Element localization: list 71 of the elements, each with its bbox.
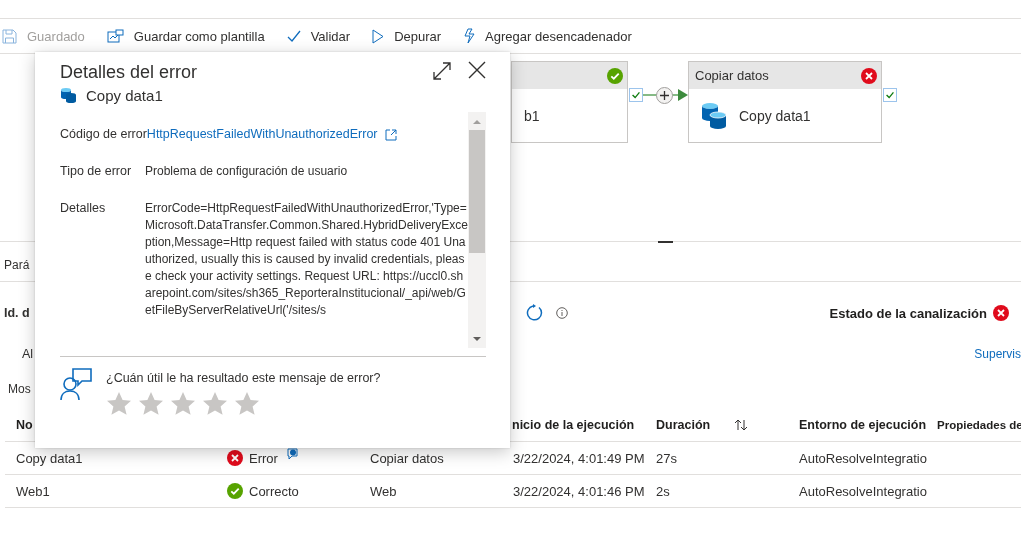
check-icon bbox=[286, 30, 301, 42]
add-button[interactable] bbox=[656, 87, 673, 104]
table-cell-text: Web1 bbox=[15, 483, 51, 499]
scrollbar-thumb[interactable] bbox=[469, 130, 485, 253]
column-header[interactable]: Duración bbox=[656, 418, 711, 432]
output-check-icon[interactable] bbox=[883, 88, 897, 102]
field-value: ErrorCode=HttpRequestFailedWithUnauthorizedError,'Type=Microsoft.DataTransfer.Common.Shared.HybridDeliveryException,Message=Http request failed with status code 401 Unauthorized, usually this is caused by invalid credentials, please check your activity settings. Request URL: https://uccl0.sharepoint.com/sites/sh365_ReporteraInstitucional/_api/web/GetFileByServerRelativeUrl('/sites/s bbox=[145, 200, 468, 319]
feedback-question: ¿Cuán útil le ha resultado este mensaje de error? bbox=[106, 371, 381, 385]
plus-icon bbox=[657, 88, 672, 103]
external-link-icon bbox=[384, 128, 397, 141]
close-button[interactable] bbox=[468, 61, 486, 81]
save-icon bbox=[2, 28, 17, 44]
column-header[interactable]: nicio de la ejecución bbox=[512, 418, 635, 432]
field-label: Id. d bbox=[4, 306, 30, 320]
toolbar-button[interactable]: Guardar como plantilla bbox=[104, 22, 267, 50]
toolbar-button[interactable]: Agregar desencadenador bbox=[461, 22, 634, 50]
template-icon bbox=[106, 28, 124, 44]
monitor-link[interactable]: Supervis bbox=[974, 347, 1021, 361]
dialog-subtitle: Copy data1 bbox=[86, 87, 163, 104]
activity-node[interactable]: b1 bbox=[511, 61, 628, 143]
feedback-icon[interactable] bbox=[285, 448, 298, 460]
star-icon[interactable] bbox=[170, 391, 196, 416]
status-text: Error bbox=[249, 450, 278, 466]
output-check-icon[interactable] bbox=[629, 88, 643, 102]
star-icon[interactable] bbox=[106, 391, 132, 416]
sort-icon[interactable] bbox=[734, 419, 749, 431]
table-cell-text: AutoResolveIntegratio bbox=[798, 450, 928, 466]
feedback-person-icon bbox=[60, 367, 92, 401]
table-cell-text: 2s bbox=[655, 483, 671, 499]
scroll-up-icon[interactable] bbox=[472, 118, 482, 126]
field-label: Detalles bbox=[60, 200, 107, 217]
star-icon[interactable] bbox=[202, 391, 228, 416]
database-icon bbox=[701, 101, 727, 130]
refresh-icon[interactable] bbox=[526, 303, 544, 322]
table-cell-text: 3/22/2024, 4:01:49 PM bbox=[512, 450, 645, 466]
info-icon[interactable] bbox=[556, 307, 568, 319]
table-cell-text: 27s bbox=[655, 450, 678, 466]
status-text: Correcto bbox=[249, 483, 299, 499]
dialog-title: Detalles del error bbox=[60, 62, 198, 83]
error-code-link[interactable]: HttpRequestFailedWithUnauthorizedError bbox=[146, 126, 397, 143]
tab[interactable]: Pará bbox=[4, 258, 30, 272]
toolbar-button[interactable]: Depurar bbox=[370, 22, 444, 50]
scrollbar[interactable] bbox=[468, 112, 486, 348]
node-name: b1 bbox=[524, 107, 540, 124]
results-text: Mos bbox=[8, 382, 31, 396]
column-header[interactable]: No bbox=[16, 418, 33, 432]
splitter-handle[interactable] bbox=[658, 241, 673, 243]
database-icon bbox=[60, 87, 76, 104]
star-icon[interactable] bbox=[234, 391, 260, 416]
toolbar-button[interactable]: Validar bbox=[284, 22, 353, 50]
table-cell-text: Copiar datos bbox=[369, 450, 445, 466]
star-icon[interactable] bbox=[138, 391, 164, 416]
field-label: Tipo de error bbox=[60, 163, 133, 180]
activity-node[interactable]: Copiar datos Copy data1 bbox=[688, 61, 882, 143]
filter-label[interactable]: Al bbox=[22, 347, 34, 361]
expand-button[interactable] bbox=[432, 61, 452, 81]
play-icon bbox=[372, 28, 385, 44]
table-cell-text: Web bbox=[369, 483, 398, 499]
field-label: Código de error bbox=[60, 126, 147, 143]
table-cell-text: AutoResolveIntegratio bbox=[798, 483, 928, 499]
close-icon bbox=[468, 61, 486, 79]
expand-icon bbox=[432, 61, 452, 81]
node-name: Copy data1 bbox=[739, 107, 811, 124]
table-cell-text: 3/22/2024, 4:01:46 PM bbox=[512, 483, 645, 499]
table-cell-text: Copy data1 bbox=[15, 450, 84, 466]
node-title: Copiar datos bbox=[695, 68, 769, 83]
column-header[interactable]: Entorno de ejecución bbox=[799, 418, 927, 432]
scroll-down-icon[interactable] bbox=[472, 335, 482, 343]
lightning-icon bbox=[463, 28, 476, 44]
pipeline-status-label: Estado de la canalización bbox=[829, 305, 987, 321]
field-value: Problema de configuración de usuario bbox=[145, 163, 349, 180]
